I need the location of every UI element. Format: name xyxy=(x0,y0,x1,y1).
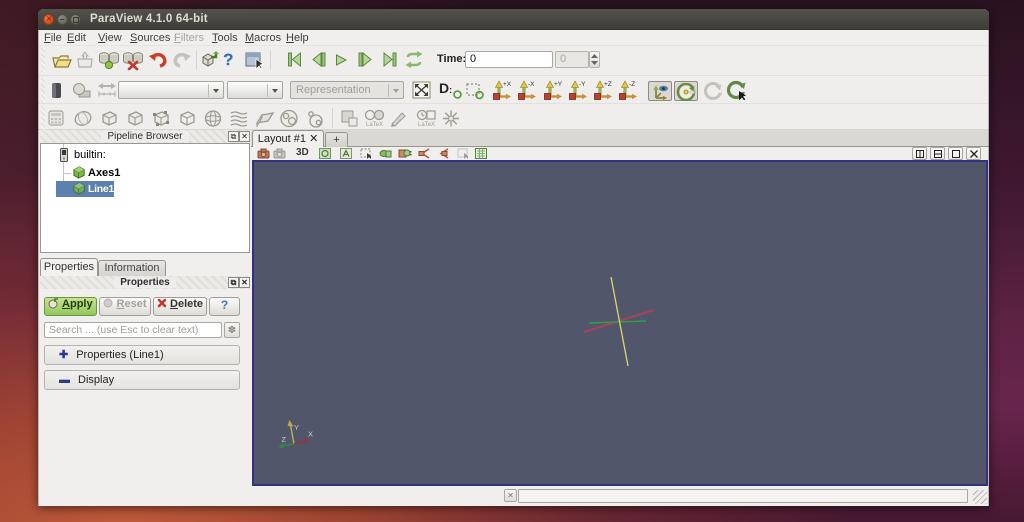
svg-text:X: X xyxy=(308,430,313,439)
svg-text:LaTeX: LaTeX xyxy=(366,122,383,128)
svg-text:Z: Z xyxy=(282,435,287,444)
svg-text:+X: +X xyxy=(503,81,512,88)
svg-text:LaTeX: LaTeX xyxy=(418,122,435,128)
svg-text:-Y: -Y xyxy=(579,81,586,88)
svg-text:-Z: -Z xyxy=(629,81,635,88)
svg-text:-X: -X xyxy=(528,81,535,88)
svg-text:Y: Y xyxy=(294,423,299,432)
svg-text:+Z: +Z xyxy=(604,81,612,88)
svg-text:+Y: +Y xyxy=(554,81,563,88)
